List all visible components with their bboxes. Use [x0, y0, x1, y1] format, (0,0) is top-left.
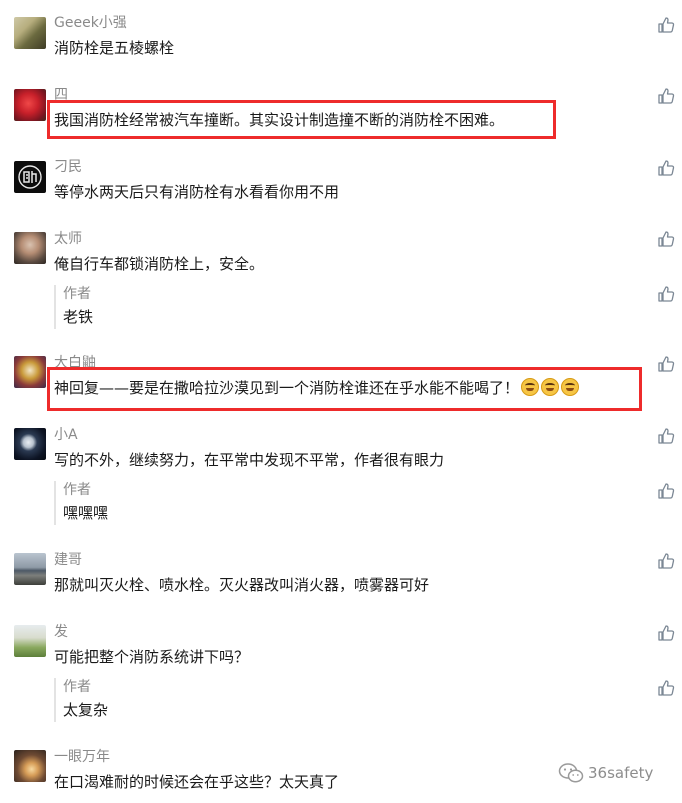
thumbs-up-icon[interactable] — [657, 87, 675, 105]
portrait-avatar[interactable] — [14, 232, 46, 264]
comment-text: 消防栓是五棱螺栓 — [54, 39, 175, 57]
author-reply: 作者 嘿嘿嘿 — [54, 481, 623, 525]
leaf-avatar[interactable] — [14, 17, 46, 49]
comment-username[interactable]: 发 — [54, 623, 68, 641]
thumbs-up-icon[interactable] — [657, 679, 675, 697]
comment-username[interactable]: 建哥 — [54, 551, 82, 569]
wechat-icon — [558, 763, 584, 783]
comment-username[interactable]: 一眼万年 — [54, 748, 110, 766]
cartoon-avatar[interactable] — [14, 356, 46, 388]
thumbs-up-icon[interactable] — [657, 159, 675, 177]
reply-author: 作者 — [63, 482, 91, 498]
watermark: 36safety — [558, 760, 653, 786]
comment-username[interactable]: 小A — [54, 426, 78, 444]
author-reply: 作者 太复杂 — [54, 678, 623, 722]
reply-text: 太复杂 — [63, 701, 109, 719]
highlight-box — [47, 367, 642, 411]
author-reply: 作者 老铁 — [54, 285, 623, 329]
moon-avatar[interactable] — [14, 428, 46, 460]
comment-text: 可能把整个消防系统讲下吗？ — [54, 648, 250, 666]
comment-text: 写的不外，继续努力，在平常中发现不平常，作者很有眼力 — [54, 451, 445, 469]
thumbs-up-icon[interactable] — [657, 482, 675, 500]
comment-text: 俺自行车都锁消防栓上，安全。 — [54, 255, 265, 273]
watermark-text: 36safety — [588, 764, 654, 782]
sunset-avatar[interactable] — [14, 750, 46, 782]
highlight-box — [47, 100, 556, 139]
reply-author: 作者 — [63, 286, 91, 302]
comment-text: 那就叫灭火栓、喷水栓。灭火器改叫消火器，喷雾器可好 — [54, 576, 430, 594]
thumbs-up-icon[interactable] — [657, 230, 675, 248]
calligraphy-avatar[interactable] — [14, 161, 46, 193]
comment-username[interactable]: 太师 — [54, 230, 82, 248]
thumbs-up-icon[interactable] — [657, 427, 675, 445]
thumbs-up-icon[interactable] — [657, 624, 675, 642]
thumbs-up-icon[interactable] — [657, 16, 675, 34]
thumbs-up-icon[interactable] — [657, 355, 675, 373]
comment-text: 等停水两天后只有消防栓有水看看你用不用 — [54, 183, 340, 201]
child-avatar[interactable] — [14, 625, 46, 657]
comment-username[interactable]: 刁民 — [54, 158, 82, 176]
reply-text: 老铁 — [63, 308, 94, 326]
lake-avatar[interactable] — [14, 553, 46, 585]
comment-text: 在口渴难耐的时候还会在乎这些？太天真了 — [54, 773, 340, 791]
red-flower-avatar[interactable] — [14, 89, 46, 121]
reply-author: 作者 — [63, 679, 91, 695]
comment-username[interactable]: Geeek小强 — [54, 14, 127, 32]
thumbs-up-icon[interactable] — [657, 552, 675, 570]
reply-text: 嘿嘿嘿 — [63, 504, 109, 522]
thumbs-up-icon[interactable] — [657, 285, 675, 303]
